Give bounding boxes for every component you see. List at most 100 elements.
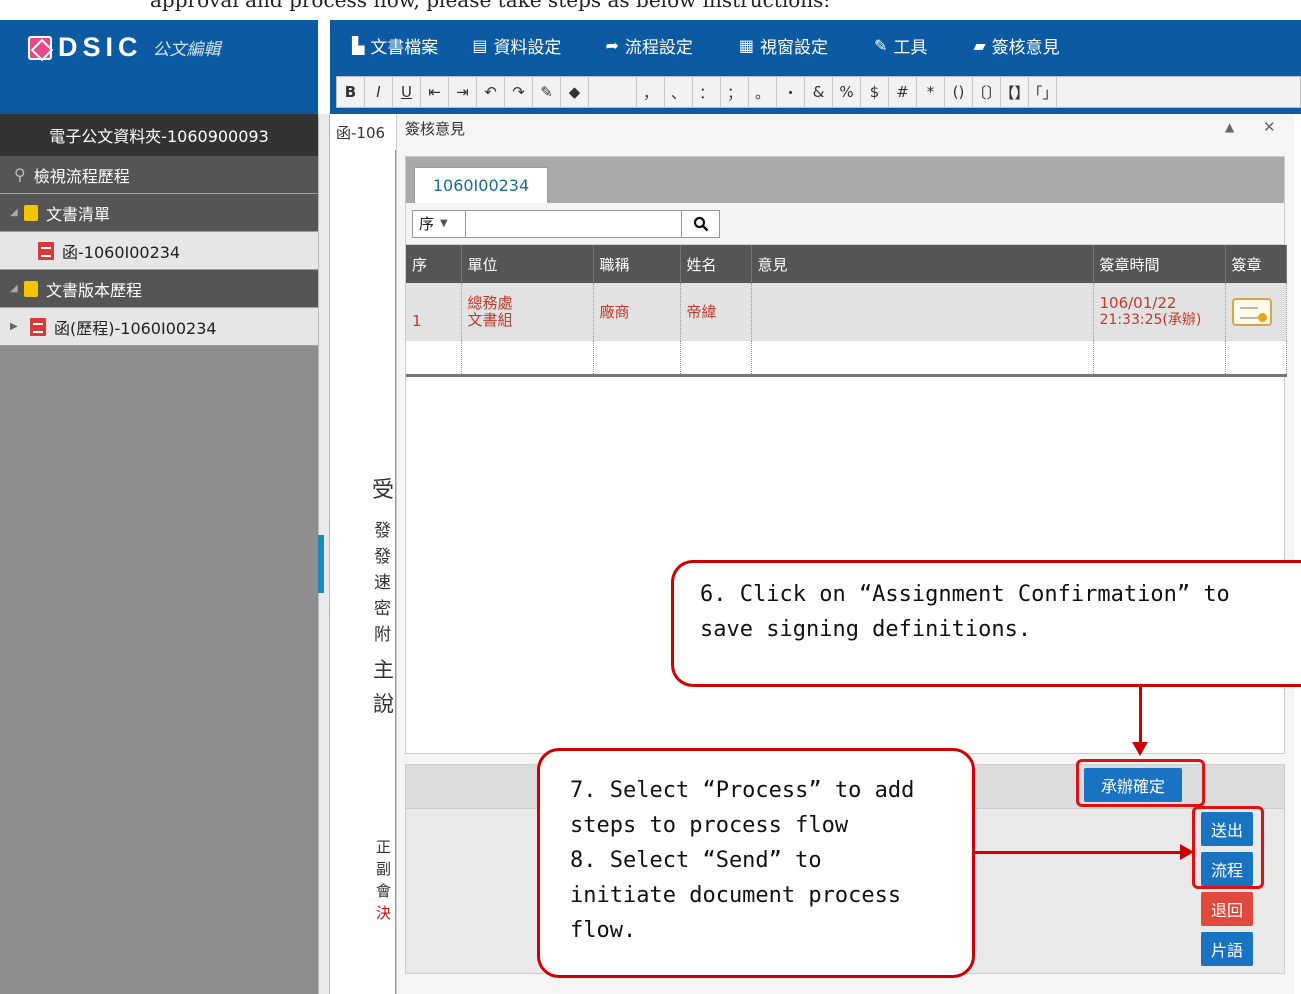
callout-line: initiate document process [570,883,902,908]
toolbar-button[interactable]: # [889,77,917,107]
table-row [406,341,1287,377]
share-arrow-icon: ➦ [605,35,619,55]
toolbar-button[interactable] [589,77,637,107]
cell-time: 106/01/22 21:33:25(承辦) [1093,283,1226,341]
callout-line: 8. Select “Send” to [570,848,822,873]
chevron-down-icon: ▼ [440,218,448,229]
grid-icon: ▦ [738,35,754,55]
arrow-head-step7-8 [1180,844,1194,860]
toolbar-button[interactable]: & [805,77,833,107]
menu-process-settings[interactable]: ➦ 流程設定 [605,33,692,58]
close-icon[interactable]: ✕ [1263,118,1276,136]
document-icon: ▙ [352,35,365,55]
cell-opinion [751,283,1094,341]
toolbar-button[interactable]: ⇤ [421,77,449,107]
top-caption-strip: approval and process flow, please take s… [0,0,1301,20]
menu-label: 簽核意見 [991,37,1060,58]
doc-char: 主 [373,658,394,682]
doc-char: 密 [374,599,391,619]
document-icon [30,317,46,336]
sort-select-value: 序 [419,215,435,233]
toolbar-button[interactable]: ◆ [561,77,589,107]
sort-select[interactable]: 序 ▼ [412,209,466,238]
doc-char: 正 [376,838,392,856]
sidebar-item-label: 檢視流程歷程 [33,166,130,186]
certificate-icon[interactable] [1231,298,1272,326]
cell-signature [1225,283,1287,341]
arrow-head-step6 [1132,742,1148,756]
callout-line: 7. Select “Process” to add [570,778,915,803]
doc-char: 會 [376,882,392,900]
search-input[interactable] [466,209,682,238]
search-button[interactable] [682,209,720,238]
menu-signing-opinions[interactable]: ▰ 簽核意見 [973,33,1059,58]
column-header: 序 [406,245,462,283]
toolbar-button[interactable]: ・ [777,77,805,107]
toolbar-button[interactable]: ， [637,77,665,107]
menu-data-settings[interactable]: ▤ 資料設定 [472,33,561,58]
toolbar-button[interactable]: U [393,77,421,107]
toolbar-button[interactable]: ↶ [477,77,505,107]
phrase-button[interactable]: 片語 [1201,932,1253,966]
cell-name: 帝緯 [680,283,752,341]
doc-char: 速 [374,573,391,593]
toolbar-button[interactable]: B [337,77,365,107]
sidebar-item-version[interactable]: ▶ 函(歷程)-1060I00234 [0,308,318,346]
logo-bar: DSIC 公文編輯 [0,20,318,114]
callout-line: steps to process flow [570,813,849,838]
toolbar-button[interactable]: ✎ [533,77,561,107]
folder-icon [24,280,38,297]
splitter-handle[interactable] [318,535,324,593]
toolbar-button[interactable]: ； [721,77,749,107]
toolbar-button[interactable]: 。 [749,77,777,107]
toolbar-button[interactable]: () [945,77,973,107]
search-icon [693,216,708,231]
tab-strip: 1060I00234 [406,157,1284,203]
toolbar-button[interactable]: * [917,77,945,107]
logo-mark-icon [28,35,52,60]
toolbar-button[interactable]: % [833,77,861,107]
logo-text: DSIC [58,32,143,62]
callout-line: 6. Click on “Assignment Confirmation” to [700,582,1230,607]
toolbar-button[interactable]: 、 [665,77,693,107]
doc-char: 發 [374,547,391,567]
sidebar-item-label: 文書清單 [46,204,111,224]
toolbar-button[interactable]: $ [861,77,889,107]
doc-char: 說 [373,692,394,716]
callout-line: flow. [570,918,637,943]
toolbar-button[interactable]: 「」 [1028,77,1058,107]
toolbar-button[interactable]: ： [693,77,721,107]
sidebar-item-version-history[interactable]: ◢ 文書版本歷程 [0,270,318,308]
menu-document-files[interactable]: ▙ 文書檔案 [352,33,438,58]
menu-label: 文書檔案 [370,37,439,58]
table-row[interactable]: 1 總務處 文書組 廠商 帝緯 106/01/22 21:33:25(承辦) [406,283,1287,341]
tab-document-number[interactable]: 1060I00234 [414,167,548,203]
form-icon: ▤ [472,35,488,55]
toolbar-button[interactable]: I [365,77,393,107]
return-button[interactable]: 退回 [1201,892,1253,926]
column-header: 簽章時間 [1093,245,1226,283]
cell-title: 廠商 [593,283,681,341]
menu-label: 資料設定 [493,37,562,58]
callout-step6: 6. Click on “Assignment Confirmation” to… [671,560,1301,687]
sidebar-item-doc[interactable]: 函-1060I00234 [0,232,318,270]
toolbar-button[interactable]: ⇥ [449,77,477,107]
callout-step7-8: 7. Select “Process” to add steps to proc… [537,748,975,978]
collapse-triangle-icon: ◢ [10,283,18,294]
cell-unit-line1: 總務處 [467,294,513,312]
toolbar-button[interactable]: 〔〕 [972,77,1002,107]
sidebar-item-doc-list[interactable]: ◢ 文書清單 [0,194,318,232]
menu-window-settings[interactable]: ▦ 視窗設定 [739,33,828,58]
column-header: 意見 [751,245,1094,283]
column-header: 職稱 [593,245,681,283]
minimize-icon[interactable]: ▲ [1225,120,1234,134]
format-toolbar: B I U ⇤ ⇥ ↶ ↷ ✎ ◆ ，、：；。・ &% $ # *() 〔〕 【】 「」 [330,70,1301,114]
top-caption-text: approval and process flow, please take s… [150,0,831,12]
toolbar-button[interactable]: 【】 [1000,77,1030,107]
menu-tools[interactable]: ✎ 工具 [874,33,927,58]
toolbar-button[interactable]: ↷ [505,77,533,107]
sidebar-item-history[interactable]: ⚲ 檢視流程歷程 [0,156,318,194]
document-tab[interactable]: 函-106 [330,114,396,150]
table-header-row: 序 單位 職稱 姓名 意見 簽章時間 簽章 [406,245,1287,283]
logo-subtitle: 公文編輯 [152,40,221,60]
